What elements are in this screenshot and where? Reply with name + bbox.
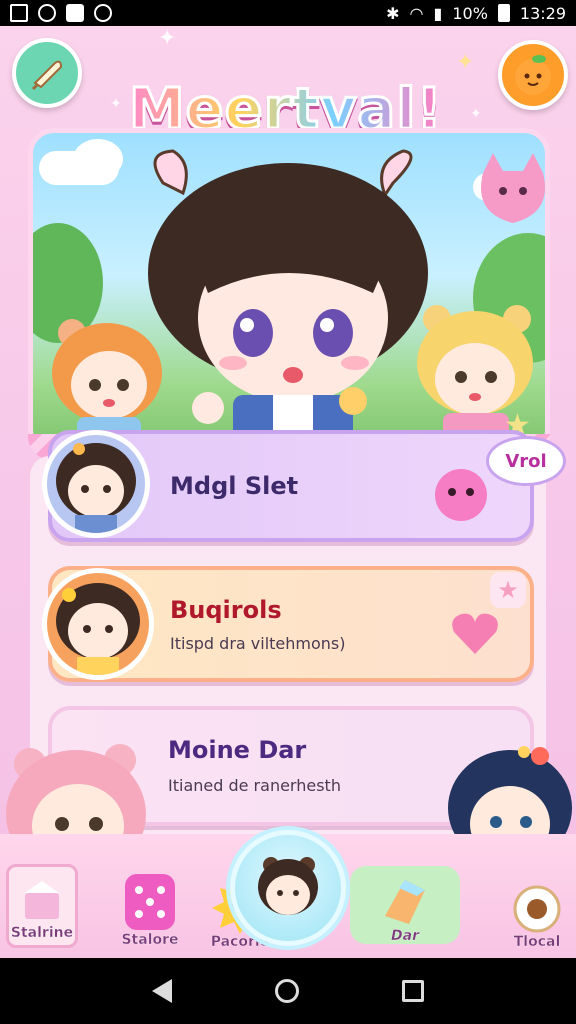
app-notification-icon (66, 4, 84, 22)
camera-icon (513, 885, 561, 933)
wifi-icon: ◠ (409, 3, 424, 23)
card-title: Moine Dar (168, 736, 307, 764)
favorite-star-icon[interactable]: ★ (490, 572, 526, 608)
sync-icon (38, 4, 56, 22)
status-right: ✱ ◠ ▮ 10% 13:29 (386, 4, 566, 23)
center-play-button[interactable] (230, 830, 346, 946)
mode-card-1[interactable]: Mdgl Slet (42, 430, 534, 542)
card-subtitle: Itianed de ranerhesth (168, 776, 341, 795)
nav-label: Stalore (121, 932, 179, 948)
sparkle-icon: ✦ (110, 96, 122, 112)
dice-icon (125, 874, 175, 930)
nav-item-stalore[interactable]: Stalore (114, 856, 186, 948)
avatar-center-icon (258, 857, 318, 915)
hero-banner[interactable] (28, 128, 550, 456)
mode-card-2[interactable]: Buqirols Itispd dra viltehmons) (42, 566, 534, 682)
status-left (10, 4, 112, 22)
card-title: Mdgl Slet (170, 472, 299, 500)
sparkle-icon: ✦ (470, 106, 482, 122)
heart-icon (452, 613, 498, 654)
info-icon (94, 4, 112, 22)
menu-button[interactable] (12, 38, 82, 108)
sparkle-icon: ✦ (456, 50, 475, 75)
system-navigation-bar (0, 958, 576, 1024)
chibi-avatar-icon (56, 443, 136, 533)
battery-percent: 10% (452, 3, 488, 23)
recent-apps-icon[interactable] (402, 980, 425, 1002)
battery-icon (497, 4, 510, 22)
card-subtitle: Itispd dra viltehmons) (170, 634, 346, 653)
nav-label: Tlocal (513, 934, 561, 950)
signal-icon: ▮ (433, 3, 443, 23)
bluetooth-icon: ✱ (386, 3, 400, 23)
cloud-decoration (73, 139, 123, 179)
card-avatar (42, 568, 154, 680)
crystal-icon (385, 880, 425, 924)
card-avatar (42, 430, 150, 538)
nav-label: Stalrine (10, 925, 74, 941)
chibi-avatar-icon (56, 583, 140, 675)
nav-label: Dar (391, 928, 419, 944)
nav-item-dar[interactable]: Dar (350, 866, 460, 944)
main-chibi-character (148, 149, 428, 443)
pink-puffball-icon (435, 469, 487, 521)
scroll-quill-icon (31, 60, 63, 91)
back-icon[interactable] (151, 979, 172, 1003)
pink-cat-icon (481, 153, 545, 223)
orange-fruit-icon (515, 55, 551, 95)
orange-button[interactable] (498, 40, 568, 110)
nav-item-tlocal[interactable]: Tlocal (500, 870, 574, 950)
card-title: Buqirols (170, 596, 282, 624)
nav-item-stalrine[interactable]: Stalrine (6, 864, 78, 948)
home-icon[interactable] (274, 979, 299, 1003)
status-bar: ✱ ◠ ▮ 10% 13:29 (0, 0, 576, 26)
gallery-icon (10, 4, 28, 22)
sparkle-icon: ✦ (158, 26, 177, 51)
clock: 13:29 (519, 3, 566, 23)
gift-box-icon (25, 881, 59, 919)
speech-bubble: Vrol (486, 436, 566, 486)
